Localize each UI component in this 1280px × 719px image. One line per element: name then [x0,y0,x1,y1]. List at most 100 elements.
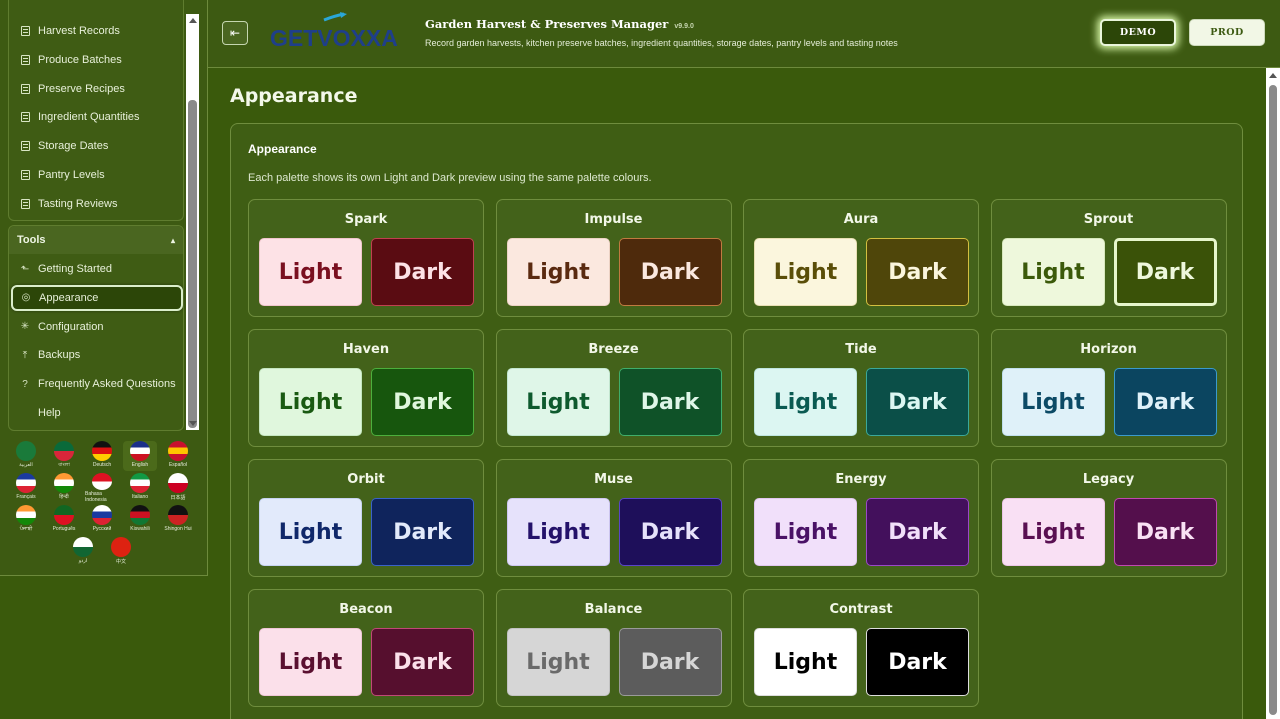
launch-icon: ⬑ [20,263,30,275]
language-label: English [131,462,149,468]
tools-section-header[interactable]: Tools ▴ [9,226,183,254]
language-label: 中文 [115,559,126,565]
palette-name: Sprout [1083,212,1134,227]
sidebar-item-label: Harvest Records [38,25,120,37]
muse-dark-swatch-button[interactable]: Dark [618,498,722,566]
palette-horizon: Horizon Light Dark [990,329,1227,447]
language-option[interactable]: العربية [9,441,43,471]
spark-light-swatch-button[interactable]: Light [259,238,362,306]
haven-light-swatch-button[interactable]: Light [259,368,362,436]
spark-dark-swatch-button[interactable]: Dark [371,238,474,306]
balance-light-swatch-button[interactable]: Light [506,628,610,696]
main-scroll-up-arrow-icon[interactable] [1269,73,1277,78]
tide-dark-swatch-button[interactable]: Dark [866,368,969,436]
language-option[interactable]: 日本語 [161,473,195,503]
blank-icon [20,408,30,418]
impulse-dark-swatch-button[interactable]: Dark [618,238,722,306]
flag-icon [16,441,36,461]
language-label: Français [16,494,36,500]
legacy-dark-swatch-button[interactable]: Dark [1113,498,1217,566]
palette-contrast: Contrast Light Dark [743,589,979,707]
palette-energy: Energy Light Dark [743,459,979,577]
sprout-light-swatch-button[interactable]: Light [1001,238,1105,306]
horizon-light-swatch-button[interactable]: Light [1001,368,1105,436]
sidebar-item-pantry-levels[interactable]: Pantry Levels [13,162,181,188]
help-circle-icon: ? [22,378,28,390]
collapse-chevron-icon[interactable]: ▴ [171,236,175,245]
flag-icon [73,537,93,557]
language-option[interactable]: English [123,441,157,471]
main-scrollbar[interactable] [1266,68,1280,719]
prod-button[interactable]: PROD [1189,19,1265,46]
legacy-light-swatch-button[interactable]: Light [1001,498,1105,566]
sidebar-item-ingredient-quantities[interactable]: Ingredient Quantities [13,104,181,130]
language-option[interactable]: हिन्दी [47,473,81,503]
flag-icon [130,505,150,525]
sidebar-item-harvest-records[interactable]: Harvest Records [13,18,181,44]
horizon-dark-swatch-button[interactable]: Dark [1113,368,1217,436]
palette-name: Beacon [339,602,393,617]
sidebar-item-frequently-asked-questions[interactable]: ? Frequently Asked Questions [13,371,181,397]
demo-button[interactable]: DEMO [1100,19,1176,46]
language-option[interactable]: اردو [66,537,100,567]
breeze-light-swatch-button[interactable]: Light [506,368,610,436]
tide-light-swatch-button[interactable]: Light [754,368,857,436]
language-option[interactable]: Português [47,505,81,535]
energy-dark-swatch-button[interactable]: Dark [866,498,969,566]
language-label: Español [168,462,188,468]
aura-light-swatch-button[interactable]: Light [754,238,857,306]
muse-light-swatch-button[interactable]: Light [506,498,610,566]
sidebar-item-label: Backups [38,349,81,362]
palette-breeze: Breeze Light Dark [495,329,732,447]
sidebar-item-getting-started[interactable]: ⬑ Getting Started [13,256,181,282]
language-option[interactable]: Español [161,441,195,471]
orbit-light-swatch-button[interactable]: Light [259,498,362,566]
sidebar-item-storage-dates[interactable]: Storage Dates [13,133,181,159]
impulse-light-swatch-button[interactable]: Light [506,238,610,306]
aura-dark-swatch-button[interactable]: Dark [866,238,969,306]
language-option[interactable]: Shingon Hui [161,505,195,535]
contrast-dark-swatch-button[interactable]: Dark [866,628,969,696]
language-option[interactable]: Bahasa Indonesia [85,473,119,503]
sidebar-item-label: Frequently Asked Questions [38,378,176,391]
language-option[interactable]: Kiswahili [123,505,157,535]
energy-light-swatch-button[interactable]: Light [754,498,857,566]
document-icon [20,54,30,65]
language-option[interactable]: Français [9,473,43,503]
sprout-dark-swatch-button[interactable]: Dark [1113,238,1217,306]
breeze-dark-swatch-button[interactable]: Dark [618,368,722,436]
language-option[interactable]: Русский [85,505,119,535]
scroll-down-arrow-icon[interactable] [189,421,197,426]
main-scroll-thumb[interactable] [1269,85,1277,715]
sidebar-scroll-thumb[interactable] [188,100,197,428]
sidebar-collapse-button[interactable]: ⇤ [222,21,248,45]
palette-name: Contrast [829,602,893,617]
sidebar-item-preserve-recipes[interactable]: Preserve Recipes [13,76,181,102]
scroll-up-arrow-icon[interactable] [189,18,197,23]
sidebar-item-backups[interactable]: ⤒ Backups [13,342,181,368]
sidebar-item-appearance[interactable]: ◎ Appearance [11,284,183,311]
language-option[interactable]: Italiano [123,473,157,503]
sidebar-item-label: Appearance [39,291,99,304]
sidebar-item-tasting-reviews[interactable]: Tasting Reviews [13,191,181,217]
haven-dark-swatch-button[interactable]: Dark [371,368,474,436]
contrast-light-swatch-button[interactable]: Light [754,628,857,696]
sidebar-item-produce-batches[interactable]: Produce Batches [13,47,181,73]
palette-haven: Haven Light Dark [248,329,484,447]
app-title-text: Garden Harvest & Preserves Manager [425,17,669,31]
balance-dark-swatch-button[interactable]: Dark [618,628,722,696]
language-option[interactable]: 中文 [104,537,138,567]
sidebar-scrollbar[interactable] [186,14,199,430]
language-option[interactable]: ਪੰਜਾਬੀ [9,505,43,535]
sidebar-item-configuration[interactable]: ✳ Configuration [13,314,181,340]
language-option[interactable]: Deutsch [85,441,119,471]
orbit-dark-swatch-button[interactable]: Dark [371,498,474,566]
palette-icon: ◎ [21,292,31,304]
language-option[interactable]: বাংলা [47,441,81,471]
sidebar: Harvest Records Produce Batches Preserve R… [0,0,208,576]
sidebar-item-help[interactable]: Help [13,400,181,426]
palette-name: Balance [584,602,643,617]
beacon-light-swatch-button[interactable]: Light [259,628,362,696]
beacon-dark-swatch-button[interactable]: Dark [371,628,474,696]
document-icon [20,198,30,209]
